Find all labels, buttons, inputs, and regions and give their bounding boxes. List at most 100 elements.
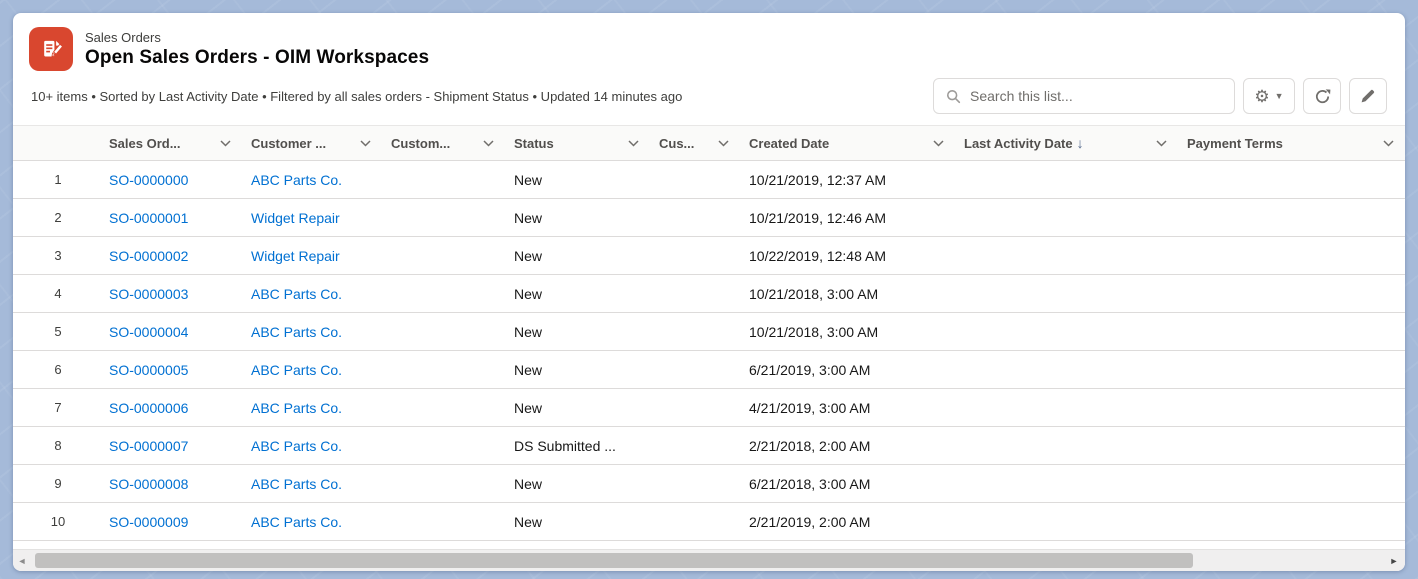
customer-link[interactable]: ABC Parts Co. [251,362,342,378]
search-input[interactable] [970,88,1222,104]
status-cell: New [508,400,653,416]
column-header-created-date[interactable]: Created Date [743,126,958,160]
list-settings-button[interactable]: ⚙ ▼ [1243,78,1295,114]
customer-link[interactable]: ABC Parts Co. [251,438,342,454]
created-date-cell: 6/21/2019, 3:00 AM [743,362,958,378]
sales-order-link[interactable]: SO-0000006 [109,400,188,416]
created-date-cell: 2/21/2019, 2:00 AM [743,514,958,530]
sales-orders-entity-icon [29,27,73,71]
row-number: 2 [13,210,103,225]
customer-link[interactable]: Widget Repair [251,210,340,226]
row-number: 6 [13,362,103,377]
row-number: 4 [13,286,103,301]
customer-link[interactable]: ABC Parts Co. [251,286,342,302]
page-title: Open Sales Orders - OIM Workspaces [85,46,429,70]
sales-order-cell: SO-0000006 [103,400,245,416]
sales-order-link[interactable]: SO-0000002 [109,248,188,264]
column-header-last-activity-date[interactable]: Last Activity Date ↓ [958,126,1181,160]
sales-order-link[interactable]: SO-0000003 [109,286,188,302]
row-number: 10 [13,514,103,529]
sales-order-link[interactable]: SO-0000000 [109,172,188,188]
horizontal-scrollbar[interactable]: ◄ ► [13,549,1405,571]
chevron-down-icon[interactable] [1156,140,1167,147]
customer-cell: ABC Parts Co. [245,324,385,340]
sales-order-cell: SO-0000005 [103,362,245,378]
table-row: 8 SO-0000007 ABC Parts Co. DS Submitted … [13,427,1405,465]
column-header-payment-terms[interactable]: Payment Terms [1181,126,1405,160]
sales-order-cell: SO-0000004 [103,324,245,340]
table-row: 6 SO-0000005 ABC Parts Co. New 6/21/2019… [13,351,1405,389]
customer-link[interactable]: ABC Parts Co. [251,172,342,188]
column-label: Created Date [749,136,829,151]
row-number: 1 [13,172,103,187]
table-row: 2 SO-0000001 Widget Repair New 10/21/201… [13,199,1405,237]
column-label: Sales Ord... [109,136,181,151]
customer-cell: Widget Repair [245,248,385,264]
chevron-down-icon[interactable] [718,140,729,147]
table-row: 9 SO-0000008 ABC Parts Co. New 6/21/2018… [13,465,1405,503]
customer-cell: Widget Repair [245,210,385,226]
table-row: 5 SO-0000004 ABC Parts Co. New 10/21/201… [13,313,1405,351]
scrollbar-thumb[interactable] [35,553,1193,568]
customer-link[interactable]: ABC Parts Co. [251,514,342,530]
column-label: Payment Terms [1187,136,1283,151]
customer-cell: ABC Parts Co. [245,286,385,302]
search-box[interactable] [933,78,1235,114]
column-header-customer2[interactable]: Custom... [385,126,508,160]
customer-cell: ABC Parts Co. [245,400,385,416]
table-header-row: Sales Ord... Customer ... Custom... Stat… [13,125,1405,161]
list-controls: ⚙ ▼ [933,78,1387,114]
chevron-down-icon[interactable] [1383,140,1394,147]
table-row: 4 SO-0000003 ABC Parts Co. New 10/21/201… [13,275,1405,313]
customer-link[interactable]: ABC Parts Co. [251,476,342,492]
column-label: Customer ... [251,136,326,151]
refresh-button[interactable] [1303,78,1341,114]
list-view-panel: Sales Orders Open Sales Orders - OIM Wor… [13,13,1405,571]
column-header-customer[interactable]: Customer ... [245,126,385,160]
sales-order-link[interactable]: SO-0000009 [109,514,188,530]
table-row: 10 SO-0000009 ABC Parts Co. New 2/21/201… [13,503,1405,541]
list-meta-text: 10+ items • Sorted by Last Activity Date… [29,89,682,104]
chevron-down-icon: ▼ [1275,91,1284,101]
chevron-down-icon[interactable] [933,140,944,147]
sales-order-link[interactable]: SO-0000005 [109,362,188,378]
table-viewport: Sales Ord... Customer ... Custom... Stat… [13,125,1405,549]
customer-cell: ABC Parts Co. [245,476,385,492]
customer-link[interactable]: ABC Parts Co. [251,324,342,340]
column-label: Status [514,136,554,151]
sales-order-link[interactable]: SO-0000008 [109,476,188,492]
sales-order-link[interactable]: SO-0000001 [109,210,188,226]
column-header-sales-order[interactable]: Sales Ord... [103,126,245,160]
column-label: Custom... [391,136,450,151]
scroll-left-arrow[interactable]: ◄ [13,550,31,571]
entity-label: Sales Orders [85,29,429,46]
chevron-down-icon[interactable] [220,140,231,147]
customer-link[interactable]: ABC Parts Co. [251,400,342,416]
status-cell: DS Submitted ... [508,438,653,454]
sales-order-link[interactable]: SO-0000007 [109,438,188,454]
sales-order-cell: SO-0000003 [103,286,245,302]
status-cell: New [508,514,653,530]
customer-cell: ABC Parts Co. [245,172,385,188]
scroll-right-arrow[interactable]: ► [1385,550,1403,571]
customer-link[interactable]: Widget Repair [251,248,340,264]
search-icon [946,89,961,104]
status-cell: New [508,248,653,264]
table-row: 3 SO-0000002 Widget Repair New 10/22/201… [13,237,1405,275]
chevron-down-icon[interactable] [360,140,371,147]
column-header-status[interactable]: Status [508,126,653,160]
sales-order-cell: SO-0000000 [103,172,245,188]
sort-descending-icon: ↓ [1077,135,1084,151]
created-date-cell: 2/21/2018, 2:00 AM [743,438,958,454]
chevron-down-icon[interactable] [483,140,494,147]
sales-order-cell: SO-0000001 [103,210,245,226]
status-cell: New [508,476,653,492]
row-number: 3 [13,248,103,263]
column-header-cus[interactable]: Cus... [653,126,743,160]
chevron-down-icon[interactable] [628,140,639,147]
created-date-cell: 10/22/2019, 12:48 AM [743,248,958,264]
customer-cell: ABC Parts Co. [245,362,385,378]
edit-button[interactable] [1349,78,1387,114]
sales-order-link[interactable]: SO-0000004 [109,324,188,340]
status-cell: New [508,172,653,188]
